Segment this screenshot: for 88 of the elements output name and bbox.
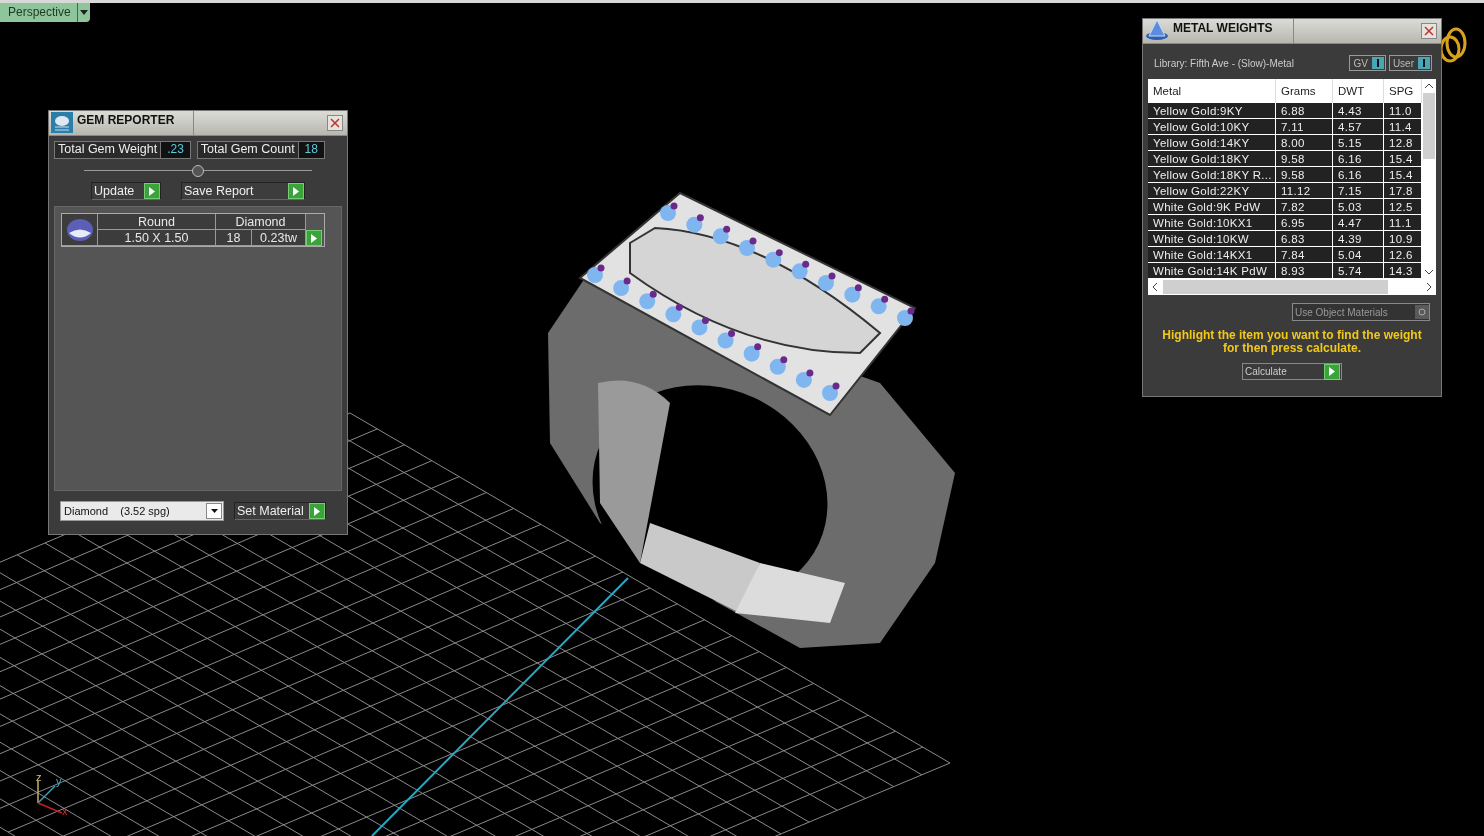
play-icon bbox=[148, 186, 156, 196]
table-cell: 4.47 bbox=[1333, 215, 1384, 231]
close-icon bbox=[1424, 26, 1434, 36]
table-cell: White Gold:14K PdW bbox=[1148, 263, 1276, 279]
table-cell: 10.9 bbox=[1384, 231, 1422, 247]
table-cell: 5.04 bbox=[1333, 247, 1384, 263]
table-cell: 18 bbox=[216, 230, 252, 246]
play-icon bbox=[310, 233, 318, 243]
table-cell: Yellow Gold:14KY bbox=[1148, 135, 1276, 151]
x-axis-label: x bbox=[62, 805, 68, 817]
table-cell: 5.15 bbox=[1333, 135, 1384, 151]
table-cell: Yellow Gold:10KY bbox=[1148, 119, 1276, 135]
pyramid-icon bbox=[1145, 19, 1169, 41]
row-arrow-button[interactable] bbox=[306, 230, 322, 246]
table-cell: 6.95 bbox=[1276, 215, 1333, 231]
table-cell: 6.16 bbox=[1333, 167, 1384, 183]
splitter-handle[interactable] bbox=[192, 164, 204, 177]
table-cell: Yellow Gold:18KY bbox=[1148, 151, 1276, 167]
table-cell: 5.03 bbox=[1333, 199, 1384, 215]
table-cell: 8.93 bbox=[1276, 263, 1333, 279]
table-cell: 1.50 X 1.50 bbox=[98, 230, 216, 246]
close-button[interactable] bbox=[327, 115, 343, 131]
table-cell: 0.23tw bbox=[252, 230, 306, 246]
table-cell: 7.11 bbox=[1276, 119, 1333, 135]
z-axis-label: z bbox=[36, 771, 42, 783]
table-cell: 4.39 bbox=[1333, 231, 1384, 247]
table-cell: 12.5 bbox=[1384, 199, 1422, 215]
up-chevron-icon bbox=[1425, 83, 1433, 88]
table-cell: 7.15 bbox=[1333, 183, 1384, 199]
table-cell: 9.58 bbox=[1276, 151, 1333, 167]
table-cell: 6.88 bbox=[1276, 103, 1333, 119]
down-chevron-icon bbox=[1425, 270, 1433, 275]
play-icon bbox=[292, 186, 300, 196]
set-material-button[interactable]: Set Material bbox=[234, 502, 326, 520]
table-cell: White Gold:14KX1 bbox=[1148, 247, 1276, 263]
left-chevron-icon bbox=[1152, 283, 1157, 291]
table-cell: 4.57 bbox=[1333, 119, 1384, 135]
toggle-bar-icon bbox=[1376, 59, 1379, 67]
toggle-button[interactable]: User bbox=[1388, 55, 1432, 71]
table-cell: Round bbox=[98, 214, 216, 230]
caret-icon bbox=[79, 10, 88, 15]
table-cell: 8.00 bbox=[1276, 135, 1333, 151]
table-cell: 6.16 bbox=[1333, 151, 1384, 167]
calculate-button[interactable]: Calculate bbox=[1242, 363, 1342, 380]
table-cell: 15.4 bbox=[1384, 167, 1422, 183]
table-cell: 9.58 bbox=[1276, 167, 1333, 183]
library-label: Library: Fifth Ave - (Slow)-Metal bbox=[1154, 57, 1294, 69]
toggle-button[interactable]: GV bbox=[1349, 55, 1386, 71]
window-title: GEM REPORTER bbox=[77, 111, 194, 135]
right-chevron-icon bbox=[1427, 283, 1432, 291]
table-cell: 5.74 bbox=[1333, 263, 1384, 279]
play-icon bbox=[313, 506, 321, 516]
table-cell: 12.6 bbox=[1384, 247, 1422, 263]
table-cell: 15.4 bbox=[1384, 151, 1422, 167]
action-button[interactable]: Update bbox=[91, 182, 161, 200]
action-button[interactable]: Save Report bbox=[181, 182, 305, 200]
close-icon bbox=[330, 118, 340, 128]
rings-icon bbox=[1439, 27, 1467, 63]
table-cell: 11.0 bbox=[1384, 103, 1422, 119]
total-weight-field: Total Gem Weight .23 bbox=[54, 141, 191, 159]
close-button[interactable] bbox=[1421, 23, 1437, 39]
axis-gizmo-drawing bbox=[37, 780, 63, 814]
table-cell: White Gold:9K PdW bbox=[1148, 199, 1276, 215]
use-object-materials-checkbox[interactable]: Use Object Materials bbox=[1292, 303, 1430, 321]
gem-list-icon bbox=[51, 111, 73, 133]
table-cell: 11.4 bbox=[1384, 119, 1422, 135]
table-cell: Yellow Gold:22KY bbox=[1148, 183, 1276, 199]
table-cell: White Gold:10KW bbox=[1148, 231, 1276, 247]
instruction-text: Highlight the item you want to find the weight for then press calculate. bbox=[1161, 329, 1423, 355]
table-cell: Yellow Gold:9KY bbox=[1148, 103, 1276, 119]
y-axis-label: y bbox=[56, 775, 62, 787]
table-cell: 4.43 bbox=[1333, 103, 1384, 119]
table-cell: 6.83 bbox=[1276, 231, 1333, 247]
table-cell: 11.12 bbox=[1276, 183, 1333, 199]
table-cell: Diamond bbox=[216, 214, 306, 230]
table-cell: 12.8 bbox=[1384, 135, 1422, 151]
play-icon bbox=[1328, 367, 1336, 376]
table-cell: 11.1 bbox=[1384, 215, 1422, 231]
table-cell: 7.82 bbox=[1276, 199, 1333, 215]
table-cell: 7.84 bbox=[1276, 247, 1333, 263]
window-title: METAL WEIGHTS bbox=[1173, 19, 1294, 43]
table-cell: Yellow Gold:18KY R... bbox=[1148, 167, 1276, 183]
table-cell: 14.3 bbox=[1384, 263, 1422, 279]
table-cell: White Gold:10KX1 bbox=[1148, 215, 1276, 231]
caret-icon bbox=[210, 509, 218, 513]
table-cell: 17.8 bbox=[1384, 183, 1422, 199]
total-count-field: Total Gem Count 18 bbox=[196, 141, 325, 159]
material-select[interactable]: Diamond (3.52 spg) bbox=[60, 501, 224, 521]
